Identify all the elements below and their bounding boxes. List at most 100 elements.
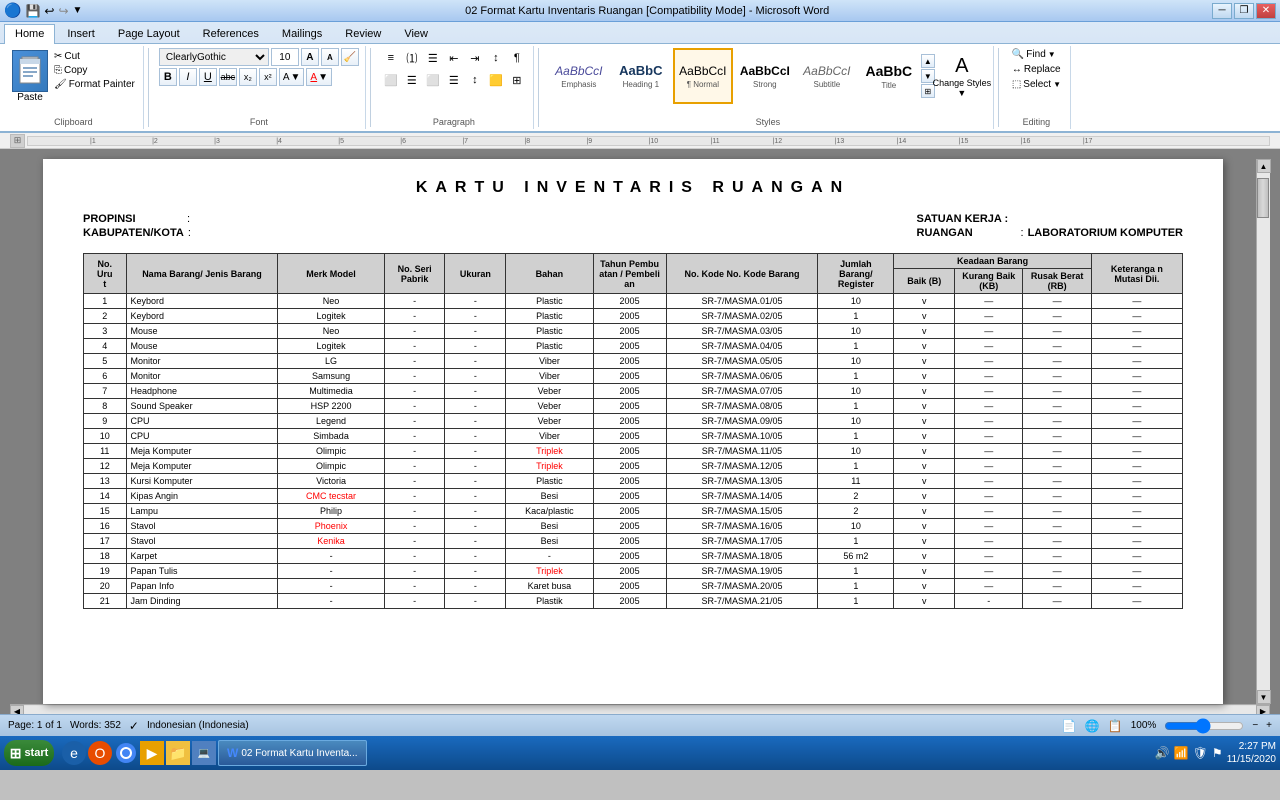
- th-rb: Rusak Berat (RB): [1023, 269, 1091, 294]
- tab-pagelayout[interactable]: Page Layout: [107, 24, 191, 43]
- network-icon[interactable]: 🔊: [1155, 746, 1170, 760]
- view-web-icon[interactable]: 🌐: [1085, 719, 1100, 733]
- superscript-button[interactable]: x²: [259, 68, 277, 86]
- paste-button[interactable]: Paste: [10, 48, 50, 105]
- tab-review[interactable]: Review: [334, 24, 392, 43]
- border-button[interactable]: ⊞: [507, 70, 527, 90]
- quick-more[interactable]: ▼: [73, 5, 83, 16]
- line-spacing-button[interactable]: ↕: [465, 70, 485, 90]
- folder-icon[interactable]: 📁: [166, 741, 190, 765]
- chrome-icon[interactable]: [114, 741, 138, 765]
- style-subtitle[interactable]: AaBbCcI Subtitle: [797, 48, 857, 104]
- cell-kb: —: [955, 294, 1023, 309]
- view-outline-icon[interactable]: 📋: [1108, 719, 1123, 733]
- date-display: 11/15/2020: [1227, 753, 1276, 766]
- bold-button[interactable]: B: [159, 68, 177, 86]
- scroll-down-button[interactable]: ▼: [1257, 690, 1271, 704]
- cell-baik: v: [894, 354, 955, 369]
- volume-icon[interactable]: 📶: [1174, 746, 1189, 760]
- start-button[interactable]: ⊞ start: [4, 740, 54, 766]
- tab-insert[interactable]: Insert: [56, 24, 106, 43]
- scroll-up-button[interactable]: ▲: [1257, 159, 1271, 173]
- active-window-button[interactable]: W 02 Format Kartu Inventa...: [218, 740, 367, 766]
- ruler-icon[interactable]: ⊞: [10, 134, 25, 148]
- style-emphasis[interactable]: AaBbCcI Emphasis: [549, 48, 609, 104]
- ribbon-tabs: Home Insert Page Layout References Maili…: [0, 22, 1280, 43]
- multilevel-button[interactable]: ☰: [423, 48, 443, 68]
- media-icon[interactable]: ▶: [140, 741, 164, 765]
- replace-button[interactable]: ↔ Replace: [1009, 63, 1064, 76]
- highlight-color-button[interactable]: A ▼: [279, 68, 305, 86]
- style-title[interactable]: AaBbC Title: [859, 48, 919, 104]
- style-strong[interactable]: AaBbCcI Strong: [735, 48, 795, 104]
- cut-button[interactable]: ✂ Cut: [52, 50, 137, 63]
- zoom-minus[interactable]: −: [1252, 720, 1258, 731]
- format-painter-button[interactable]: 🖌 Format Painter: [52, 78, 137, 91]
- increase-font-button[interactable]: A: [301, 48, 319, 66]
- cell-rb: —: [1023, 579, 1091, 594]
- styles-scroll-up[interactable]: ▲: [921, 54, 935, 68]
- antivirus-icon[interactable]: 🛡: [1193, 746, 1208, 760]
- increase-indent-button[interactable]: ⇥: [465, 48, 485, 68]
- shading-button[interactable]: 🟨: [486, 70, 506, 90]
- numbering-button[interactable]: ⑴: [402, 48, 422, 68]
- scroll-left-button[interactable]: ◀: [10, 705, 24, 715]
- document[interactable]: KARTU INVENTARIS RUANGAN PROPINSI : KABU…: [43, 159, 1223, 704]
- align-center-button[interactable]: ☰: [402, 70, 422, 90]
- scroll-thumb[interactable]: [1257, 178, 1269, 218]
- align-right-button[interactable]: ⬜: [423, 70, 443, 90]
- table-row: 14 Kipas Angin CMC tecstar - - Besi 2005…: [84, 489, 1183, 504]
- view-normal-icon[interactable]: 📄: [1062, 719, 1077, 733]
- browser-icon[interactable]: O: [88, 741, 112, 765]
- divider-4: [998, 48, 999, 127]
- bullets-button[interactable]: ≡: [381, 48, 401, 68]
- scroll-right-button[interactable]: ▶: [1256, 705, 1270, 715]
- cell-seri: -: [384, 369, 445, 384]
- sort-button[interactable]: ↕: [486, 48, 506, 68]
- align-left-button[interactable]: ⬜: [381, 70, 401, 90]
- italic-button[interactable]: I: [179, 68, 197, 86]
- close-button[interactable]: ✕: [1256, 3, 1276, 19]
- active-window-label: 02 Format Kartu Inventa...: [241, 748, 357, 759]
- scroll-track[interactable]: [1257, 173, 1270, 690]
- show-para-button[interactable]: ¶: [507, 48, 527, 68]
- decrease-indent-button[interactable]: ⇤: [444, 48, 464, 68]
- strikethrough-button[interactable]: abc: [219, 68, 237, 86]
- select-button[interactable]: ⬚ Select ▼: [1009, 78, 1064, 91]
- title-preview: AaBbC: [866, 63, 913, 79]
- quick-undo[interactable]: ↩: [44, 4, 54, 18]
- font-name-select[interactable]: ClearlyGothic: [159, 48, 269, 66]
- find-button[interactable]: 🔍 Find ▼: [1009, 48, 1059, 61]
- decrease-font-button[interactable]: A: [321, 48, 339, 66]
- cell-seri: -: [384, 429, 445, 444]
- justify-button[interactable]: ☰: [444, 70, 464, 90]
- tab-view[interactable]: View: [393, 24, 439, 43]
- zoom-plus[interactable]: +: [1266, 720, 1272, 731]
- copy-button[interactable]: ⎘ Copy: [52, 64, 137, 77]
- horizontal-scrollbar[interactable]: ◀ ▶: [10, 704, 1270, 714]
- clear-format-button[interactable]: 🧹: [341, 48, 359, 66]
- style-normal[interactable]: AaBbCcI ¶ Normal: [673, 48, 733, 104]
- flag-icon[interactable]: ⚑: [1212, 746, 1223, 760]
- ie-icon[interactable]: e: [62, 741, 86, 765]
- vertical-scrollbar[interactable]: ▲ ▼: [1256, 159, 1270, 704]
- underline-button[interactable]: U: [199, 68, 217, 86]
- tab-home[interactable]: Home: [4, 24, 55, 44]
- tab-references[interactable]: References: [192, 24, 270, 43]
- cell-kode: SR-7/MASMA.16/05: [666, 519, 818, 534]
- restore-button[interactable]: ❐: [1234, 3, 1254, 19]
- change-styles-button[interactable]: A Change Styles ▼: [937, 53, 987, 100]
- tab-mailings[interactable]: Mailings: [271, 24, 333, 43]
- quick-redo[interactable]: ↪: [58, 4, 68, 18]
- font-size-input[interactable]: [271, 48, 299, 66]
- zoom-slider[interactable]: [1164, 720, 1244, 732]
- horizontal-track[interactable]: [24, 706, 1256, 715]
- subscript-button[interactable]: x₂: [239, 68, 257, 86]
- quick-save[interactable]: 💾: [25, 4, 40, 18]
- minimize-button[interactable]: ─: [1212, 3, 1232, 19]
- style-heading1[interactable]: AaBbC Heading 1: [611, 48, 671, 104]
- explorer-icon[interactable]: 💻: [192, 741, 216, 765]
- font-color-button[interactable]: A ▼: [306, 68, 332, 86]
- cell-merk: Phoenix: [278, 519, 384, 534]
- styles-group: AaBbCcI Emphasis AaBbC Heading 1 AaBbCcI…: [543, 46, 994, 129]
